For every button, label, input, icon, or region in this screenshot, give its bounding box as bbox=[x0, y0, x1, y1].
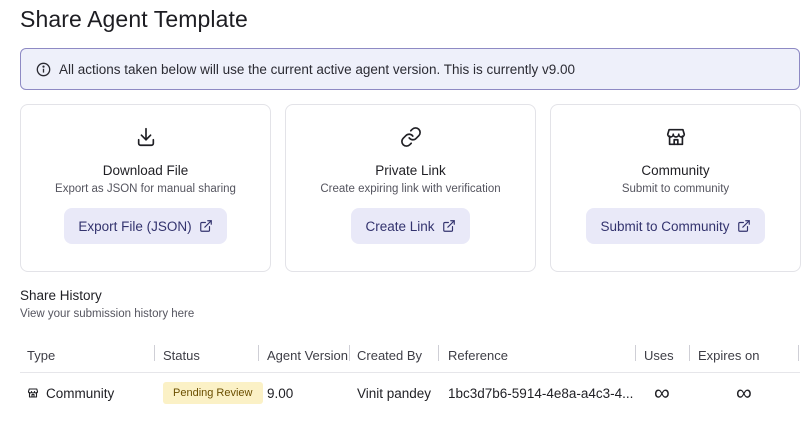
card-description: Create expiring link with verification bbox=[320, 183, 501, 195]
link-icon bbox=[399, 125, 423, 149]
export-json-button[interactable]: Export File (JSON) bbox=[64, 208, 227, 244]
expires-on-cell: ∞ bbox=[736, 380, 752, 405]
download-icon bbox=[134, 125, 158, 149]
column-header-expires-on[interactable]: Expires on bbox=[698, 338, 759, 373]
card-title: Download File bbox=[102, 163, 189, 178]
column-divider[interactable] bbox=[798, 345, 799, 361]
type-label: Community bbox=[46, 385, 115, 401]
table-row[interactable]: Community Pending Review 9.00 Vinit pand… bbox=[20, 373, 800, 413]
card-title: Private Link bbox=[375, 163, 446, 178]
column-divider[interactable] bbox=[635, 345, 636, 361]
submit-to-community-button[interactable]: Submit to Community bbox=[586, 208, 765, 244]
info-icon bbox=[36, 62, 51, 77]
column-divider[interactable] bbox=[154, 345, 155, 361]
column-divider[interactable] bbox=[349, 345, 350, 361]
column-header-status[interactable]: Status bbox=[163, 338, 200, 373]
status-cell: Pending Review bbox=[163, 373, 263, 413]
column-header-type[interactable]: Type bbox=[27, 338, 55, 373]
share-history-table: Type Status Agent Version Created By Ref… bbox=[20, 338, 800, 413]
banner-text: All actions taken below will use the cur… bbox=[59, 61, 575, 77]
create-link-button[interactable]: Create Link bbox=[351, 208, 470, 244]
status-badge: Pending Review bbox=[163, 382, 263, 404]
external-link-icon bbox=[442, 219, 456, 233]
reference-cell: 1bc3d7b6-5914-4e8a-a4c3-4... bbox=[448, 385, 634, 401]
store-icon bbox=[27, 387, 39, 399]
info-banner: All actions taken below will use the cur… bbox=[20, 48, 800, 90]
column-divider[interactable] bbox=[258, 345, 259, 361]
external-link-icon bbox=[199, 219, 213, 233]
column-divider[interactable] bbox=[438, 345, 439, 361]
column-divider[interactable] bbox=[689, 345, 690, 361]
store-icon bbox=[664, 125, 688, 149]
page-title: Share Agent Template bbox=[20, 6, 248, 32]
agent-version-cell: 9.00 bbox=[267, 385, 294, 401]
type-cell: Community bbox=[27, 373, 114, 413]
private-link-card: Private Link Create expiring link with v… bbox=[285, 104, 536, 272]
card-title: Community bbox=[641, 163, 710, 178]
share-history-title: Share History bbox=[20, 288, 102, 303]
button-label: Submit to Community bbox=[600, 218, 730, 234]
table-header: Type Status Agent Version Created By Ref… bbox=[20, 338, 800, 373]
card-description: Submit to community bbox=[621, 183, 730, 195]
uses-cell: ∞ bbox=[654, 380, 670, 405]
download-file-card: Download File Export as JSON for manual … bbox=[20, 104, 271, 272]
column-header-reference[interactable]: Reference bbox=[448, 338, 508, 373]
created-by-cell: Vinit pandey bbox=[357, 385, 432, 401]
column-header-uses[interactable]: Uses bbox=[644, 338, 674, 373]
column-header-created-by[interactable]: Created By bbox=[357, 338, 422, 373]
column-header-agent-version[interactable]: Agent Version bbox=[267, 338, 348, 373]
button-label: Create Link bbox=[365, 218, 435, 234]
external-link-icon bbox=[737, 219, 751, 233]
community-card: Community Submit to community Submit to … bbox=[550, 104, 801, 272]
card-description: Export as JSON for manual sharing bbox=[55, 183, 236, 195]
button-label: Export File (JSON) bbox=[78, 218, 192, 234]
share-history-subtitle: View your submission history here bbox=[20, 308, 195, 320]
